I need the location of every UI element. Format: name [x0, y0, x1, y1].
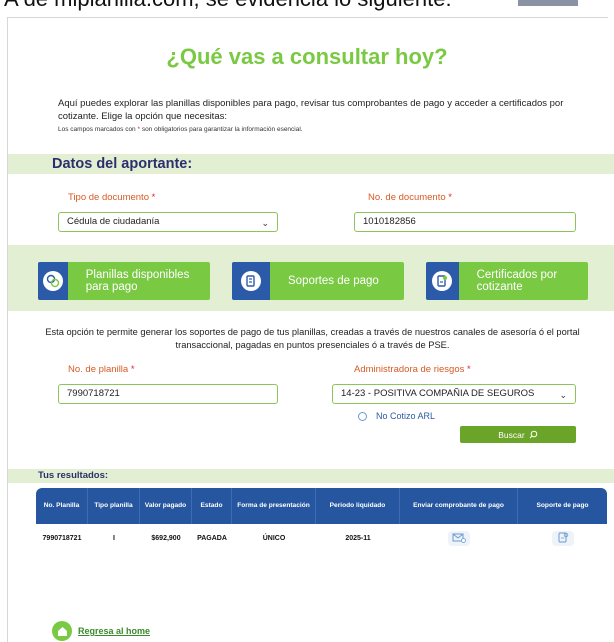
- header-planilla: No. Planilla: [36, 488, 88, 524]
- icon-box: [426, 262, 459, 300]
- cell-tipo: I: [113, 534, 115, 542]
- chevron-down-icon: ⌄: [261, 218, 269, 228]
- page-border-left: [7, 17, 8, 642]
- cell-estado: PAGADA: [197, 534, 227, 542]
- doc-number-input[interactable]: 1010182856: [354, 212, 576, 232]
- certificados-label: Certificados por cotizante: [476, 269, 558, 293]
- header-forma: Forma de presentación: [232, 488, 316, 524]
- cell-planilla: 7990718721: [42, 534, 82, 542]
- results-title: Tus resultados:: [38, 470, 109, 481]
- no-cotizo-radio[interactable]: [358, 412, 367, 421]
- certificados-button[interactable]: Certificados por cotizante: [426, 262, 588, 300]
- required-note: Los campos marcados con * son obligatori…: [58, 126, 303, 133]
- doc-type-label: Tipo de documento *: [68, 192, 155, 203]
- planilla-label-text: No. de planilla: [68, 364, 129, 375]
- document-icon: [241, 271, 261, 291]
- cell-enviar: [400, 530, 518, 546]
- doc-type-label-text: Tipo de documento: [68, 192, 149, 203]
- header-periodo: Periodo liquidado: [316, 488, 400, 524]
- cell-valor: $692,900: [151, 534, 181, 542]
- doc-number-label: No. de documento *: [368, 192, 452, 203]
- soportes-de-pago-label: Soportes de pago: [288, 275, 379, 287]
- note-prefix: Los campos marcados con: [58, 126, 138, 133]
- arl-value: 14-23 - POSITIVA COMPAÑIA DE SEGUROS: [341, 388, 535, 399]
- note-suffix: son obligatorios para garantizar la info…: [140, 126, 303, 133]
- page-border-top: [8, 17, 608, 18]
- soportes-de-pago-button[interactable]: Soportes de pago: [232, 262, 404, 300]
- section-title: Datos del aportante:: [52, 156, 193, 172]
- search-button-label: Buscar: [498, 429, 525, 440]
- planilla-label: No. de planilla *: [68, 364, 135, 375]
- download-support-icon[interactable]: [551, 530, 574, 546]
- header-valor: Valor pagado: [140, 488, 192, 524]
- required-star: *: [151, 192, 156, 203]
- planilla-input[interactable]: 7990718721: [58, 384, 278, 404]
- header-enviar: Enviar comprobante de pago: [400, 488, 518, 524]
- cell-forma: ÚNICO: [262, 534, 286, 542]
- page-title: ¿Qué vas a consultar hoy?: [166, 44, 448, 69]
- table-header: No. Planilla Tipo planilla Valor pagado …: [36, 488, 607, 524]
- required-star: *: [448, 192, 452, 203]
- arl-label-text: Administradora de riesgos: [354, 364, 465, 375]
- planillas-disponibles-label: Planillas disponibles para pago: [85, 269, 190, 293]
- table-row: 7990718721 I $692,900 PAGADA ÚNICO 2025-…: [36, 524, 607, 552]
- cell-periodo: 2025-11: [345, 534, 371, 542]
- required-star: *: [130, 364, 135, 375]
- required-star: *: [467, 364, 471, 375]
- results-table: No. Planilla Tipo planilla Valor pagado …: [36, 488, 607, 552]
- doc-type-value: Cédula de ciudadanía: [67, 216, 160, 227]
- home-icon[interactable]: [52, 621, 72, 641]
- cutoff-decoration: [518, 0, 578, 6]
- arl-label: Administradora de riesgos *: [354, 364, 471, 375]
- icon-box: [232, 262, 270, 300]
- doc-number-label-text: No. de documento: [368, 192, 446, 203]
- no-cotizo-label: No Cotizo ARL: [376, 411, 436, 421]
- home-link[interactable]: Regresa al home: [78, 626, 150, 636]
- cell-soporte: [518, 530, 607, 546]
- search-icon: [529, 430, 538, 439]
- header-estado: Estado: [192, 488, 232, 524]
- planillas-disponibles-button[interactable]: Planillas disponibles para pago: [38, 262, 210, 300]
- icon-box: [38, 262, 68, 300]
- header-soporte: Soporte de pago: [536, 502, 589, 509]
- intro-text: Aquí puedes explorar las planillas dispo…: [58, 98, 564, 122]
- search-button[interactable]: Buscar: [460, 426, 576, 443]
- arl-select[interactable]: 14-23 - POSITIVA COMPAÑIA DE SEGUROS ⌄: [332, 384, 576, 404]
- option-description: Esta opción te permite generar los sopor…: [45, 327, 580, 350]
- doc-type-select[interactable]: Cédula de ciudadanía ⌄: [58, 212, 278, 232]
- send-email-icon[interactable]: [448, 530, 470, 546]
- coins-icon: [42, 271, 63, 291]
- certificate-icon: [432, 271, 453, 291]
- header-tipo: Tipo planilla: [88, 488, 140, 524]
- chevron-down-icon: ⌄: [559, 390, 567, 400]
